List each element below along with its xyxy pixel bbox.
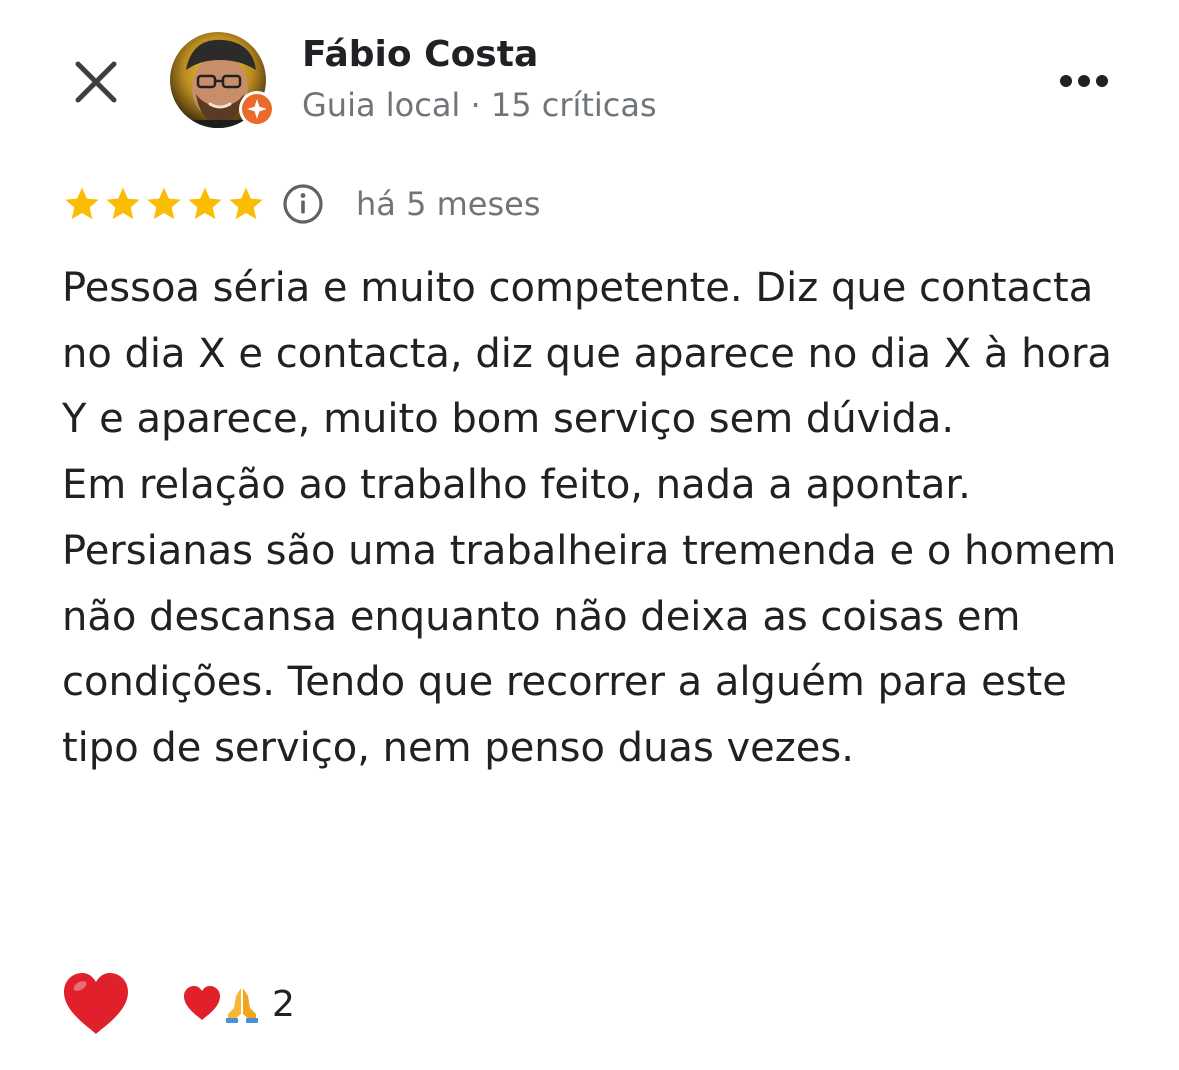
star-icon (65, 187, 99, 220)
close-icon (75, 61, 117, 103)
star-icon (229, 187, 263, 220)
review-time: há 5 meses (356, 185, 541, 223)
review-paragraph: Pessoa séria e muito competente. Diz que… (62, 265, 1112, 443)
more-options-button[interactable] (1052, 64, 1116, 98)
reaction-count: 2 (272, 983, 295, 1025)
reviewer-avatar-container[interactable] (170, 32, 280, 132)
local-guide-badge (238, 90, 276, 128)
reviewer-name[interactable]: Fábio Costa (302, 34, 538, 75)
reaction-summary[interactable]: 2 (182, 984, 295, 1025)
star-icon (188, 187, 222, 220)
info-icon[interactable] (282, 183, 324, 225)
react-button[interactable] (60, 970, 132, 1038)
close-button[interactable] (66, 52, 126, 112)
heart-icon (184, 986, 220, 1020)
reactions-bar: 2 (60, 968, 295, 1040)
folded-hands-icon (226, 988, 258, 1023)
review-dialog: Fábio Costa Guia local · 15 críticas há … (0, 0, 1179, 1070)
more-horizontal-icon (1060, 75, 1108, 87)
local-guide-star-icon (239, 91, 275, 127)
reviewer-subtitle: Guia local · 15 críticas (302, 86, 657, 124)
star-rating (62, 184, 266, 224)
star-icon (147, 187, 181, 220)
review-paragraph: Em relação ao trabalho feito, nada a apo… (62, 462, 1117, 771)
star-icon (106, 187, 140, 220)
rating-row: há 5 meses (62, 178, 540, 230)
review-text: Pessoa séria e muito competente. Diz que… (62, 256, 1142, 782)
heart-icon (64, 973, 128, 1034)
